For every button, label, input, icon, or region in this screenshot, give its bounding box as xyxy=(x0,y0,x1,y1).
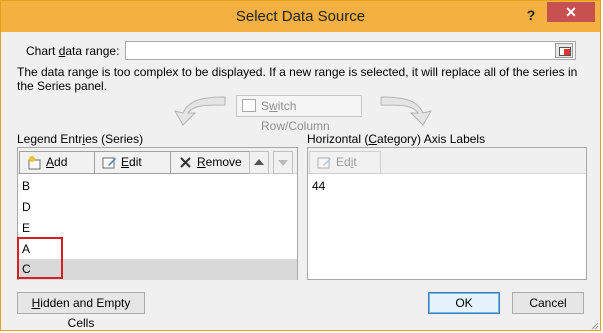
axis-label-item[interactable]: 44 xyxy=(309,176,585,197)
curved-arrow-left-icon xyxy=(173,96,226,126)
title-bar: Select Data Source ? ✕ xyxy=(1,1,600,32)
curved-arrow-right-icon xyxy=(380,96,433,126)
cancel-button[interactable]: Cancel xyxy=(512,292,584,314)
series-list-item[interactable]: B xyxy=(19,176,297,197)
range-message: The data range is too complex to be disp… xyxy=(17,65,578,93)
resize-grip-icon[interactable] xyxy=(591,322,599,330)
arrow-down-icon xyxy=(278,160,288,166)
edit-series-button[interactable]: Edit xyxy=(94,151,182,174)
series-list-item[interactable]: D xyxy=(19,197,297,218)
remove-icon xyxy=(180,157,191,168)
dialog-title: Select Data Source xyxy=(235,8,366,25)
legend-entries-header: Legend Entries (Series) xyxy=(17,132,144,146)
hidden-empty-cells-button[interactable]: Hidden and Empty Cells xyxy=(17,292,145,330)
axis-toolbar: Edit xyxy=(308,148,586,174)
edit-axis-labels-button[interactable]: Edit xyxy=(309,151,381,174)
move-down-button[interactable] xyxy=(273,151,293,174)
select-data-source-dialog: Select Data Source ? ✕ Chart data range:… xyxy=(0,0,601,331)
chart-data-range-input[interactable] xyxy=(125,41,576,60)
chart-data-range-label: Chart data range: xyxy=(26,44,120,58)
legend-toolbar: Add Edit Remove xyxy=(18,148,297,174)
edit-icon xyxy=(102,157,116,169)
move-up-button[interactable] xyxy=(249,151,269,174)
remove-series-button[interactable]: Remove xyxy=(170,151,258,174)
axis-labels-header: Horizontal (Category) Axis Labels xyxy=(307,132,486,146)
help-button[interactable]: ? xyxy=(521,5,541,25)
add-icon xyxy=(28,156,41,170)
close-button[interactable]: ✕ xyxy=(547,2,595,22)
arrow-up-icon xyxy=(254,159,264,165)
switch-row-column-icon xyxy=(242,99,256,112)
axis-labels-panel: Edit 44 xyxy=(307,147,587,280)
series-list-item[interactable]: E xyxy=(19,218,297,239)
red-highlight-box xyxy=(17,237,63,279)
ok-button[interactable]: OK xyxy=(428,292,500,314)
edit-icon xyxy=(317,157,331,169)
switch-row-column-button[interactable]: Switch Row/Column xyxy=(236,95,362,133)
range-picker-icon[interactable] xyxy=(555,43,573,58)
